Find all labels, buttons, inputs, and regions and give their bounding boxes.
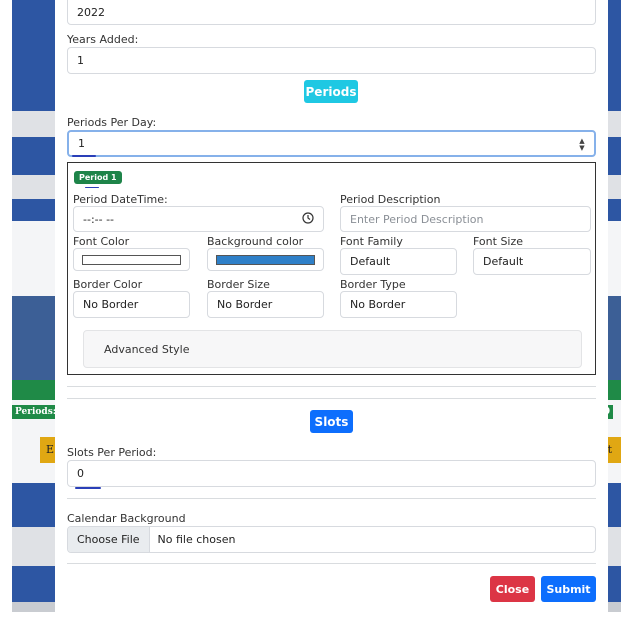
advanced-style-label: Advanced Style (104, 342, 190, 356)
period-section: Period 1 Period DateTime: --:-- -- Perio… (67, 162, 596, 375)
spellcheck-underline (72, 155, 96, 157)
border-type-label: Border Type (340, 278, 406, 291)
font-family-label: Font Family (340, 235, 403, 248)
number-spinner-icon[interactable]: ▲ ▼ (578, 138, 586, 152)
choose-file-button[interactable]: Choose File (68, 527, 150, 552)
font-color-picker[interactable] (73, 248, 190, 271)
clock-icon[interactable] (302, 212, 314, 224)
years-added-field[interactable]: 1 (67, 47, 596, 74)
bg-green-strip (12, 380, 56, 400)
divider (67, 386, 596, 387)
divider (67, 398, 596, 399)
border-type-select[interactable]: No Border (340, 291, 457, 318)
slots-per-period-label: Slots Per Period: (67, 446, 157, 459)
year-field[interactable]: 2022 (67, 0, 596, 25)
slots-per-period-value: 0 (77, 467, 84, 480)
font-family-value: Default (350, 255, 391, 268)
period-description-label: Period Description (340, 193, 441, 206)
border-color-value: No Border (83, 298, 139, 311)
border-color-select[interactable]: No Border (73, 291, 190, 318)
submit-button[interactable]: Submit (541, 576, 596, 602)
border-type-value: No Border (350, 298, 406, 311)
border-size-label: Border Size (207, 278, 270, 291)
spellcheck-underline (75, 487, 101, 489)
font-color-swatch (82, 255, 181, 265)
period-description-field[interactable]: Enter Period Description (340, 206, 591, 232)
font-size-select[interactable]: Default (473, 248, 591, 275)
year-value: 2022 (77, 6, 105, 19)
period-datetime-value: --:-- -- (83, 212, 115, 226)
years-added-value: 1 (77, 54, 84, 67)
periods-per-day-field[interactable]: 1 ▲ ▼ (67, 130, 596, 157)
divider (67, 498, 596, 499)
period-datetime-field[interactable]: --:-- -- (73, 206, 324, 232)
slots-per-period-field[interactable]: 0 (67, 460, 596, 487)
slots-button[interactable]: Slots (310, 410, 353, 433)
spellcheck-underline (85, 187, 99, 188)
bg-color-swatch (216, 255, 315, 265)
modal-dialog: 2022 Years Added: 1 Periods Periods Per … (55, 0, 608, 612)
periods-per-day-value: 1 (78, 137, 85, 150)
bg-color-picker[interactable] (207, 248, 324, 271)
period-datetime-label: Period DateTime: (73, 193, 168, 206)
calendar-bg-file-input[interactable]: Choose File No file chosen (67, 526, 596, 553)
file-status: No file chosen (157, 533, 236, 546)
calendar-bg-label: Calendar Background (67, 512, 186, 525)
years-added-label: Years Added: (67, 33, 139, 46)
border-color-label: Border Color (73, 278, 143, 291)
font-family-select[interactable]: Default (340, 248, 457, 275)
period-badge: Period 1 (74, 171, 122, 184)
border-size-select[interactable]: No Border (207, 291, 324, 318)
advanced-style-toggle[interactable]: Advanced Style (83, 330, 582, 368)
border-size-value: No Border (217, 298, 273, 311)
font-color-label: Font Color (73, 235, 130, 248)
periods-button[interactable]: Periods (304, 80, 358, 103)
period-description-placeholder: Enter Period Description (350, 212, 484, 226)
font-size-label: Font Size (473, 235, 524, 248)
close-button[interactable]: Close (490, 576, 535, 602)
divider (67, 563, 596, 564)
font-size-value: Default (483, 255, 524, 268)
bg-color-label: Background color (207, 235, 304, 248)
periods-per-day-label: Periods Per Day: (67, 116, 157, 129)
